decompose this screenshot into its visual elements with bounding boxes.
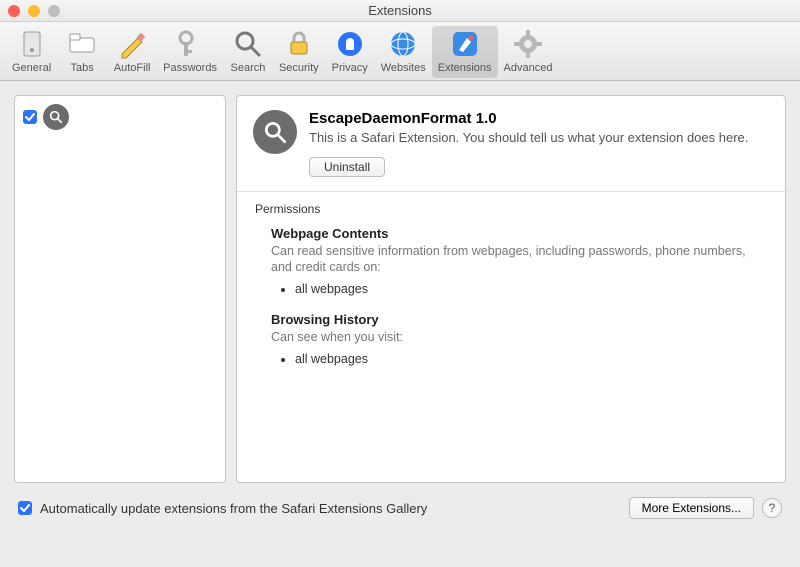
more-extensions-button[interactable]: More Extensions...	[629, 497, 754, 519]
tab-advanced[interactable]: Advanced	[498, 26, 559, 78]
permissions-heading: Permissions	[255, 202, 769, 216]
permission-section-webpage-contents: Webpage Contents Can read sensitive info…	[271, 226, 769, 297]
pref-toolbar: General Tabs AutoFill Passwords Search S…	[0, 22, 800, 81]
permission-description: Can read sensitive information from webp…	[271, 243, 769, 277]
tab-general[interactable]: General	[6, 26, 57, 78]
help-button[interactable]: ?	[762, 498, 782, 518]
lock-icon	[283, 28, 315, 60]
tab-extensions[interactable]: Extensions	[432, 26, 498, 78]
tab-label: Tabs	[71, 62, 94, 74]
key-icon	[174, 28, 206, 60]
privacy-icon	[334, 28, 366, 60]
permission-title: Webpage Contents	[271, 226, 769, 241]
extension-header: EscapeDaemonFormat 1.0 This is a Safari …	[253, 110, 769, 177]
extensions-sidebar	[14, 95, 226, 483]
extension-enabled-checkbox[interactable]	[23, 110, 37, 124]
tab-passwords[interactable]: Passwords	[157, 26, 223, 78]
extensions-icon	[449, 28, 481, 60]
tab-label: General	[12, 62, 51, 74]
extension-list-item[interactable]	[21, 102, 219, 132]
tab-tabs[interactable]: Tabs	[57, 26, 107, 78]
extension-item-icon	[43, 104, 69, 130]
autofill-icon	[116, 28, 148, 60]
footer: Automatically update extensions from the…	[0, 491, 800, 533]
permission-list: all webpages	[295, 282, 769, 296]
extension-description: This is a Safari Extension. You should t…	[309, 129, 769, 147]
general-icon	[16, 28, 48, 60]
globe-icon	[387, 28, 419, 60]
extension-title: EscapeDaemonFormat 1.0	[309, 110, 769, 127]
gear-icon	[512, 28, 544, 60]
extension-detail-panel: EscapeDaemonFormat 1.0 This is a Safari …	[236, 95, 786, 483]
divider	[237, 191, 785, 192]
permission-section-browsing-history: Browsing History Can see when you visit:…	[271, 312, 769, 366]
titlebar: Extensions	[0, 0, 800, 22]
permission-description: Can see when you visit:	[271, 329, 769, 346]
extension-detail-icon	[253, 110, 297, 154]
auto-update-checkbox[interactable]	[18, 501, 32, 515]
search-icon	[232, 28, 264, 60]
tab-label: Privacy	[332, 62, 368, 74]
tab-autofill[interactable]: AutoFill	[107, 26, 157, 78]
content-area: EscapeDaemonFormat 1.0 This is a Safari …	[14, 95, 786, 483]
permission-title: Browsing History	[271, 312, 769, 327]
tab-label: Security	[279, 62, 319, 74]
uninstall-button[interactable]: Uninstall	[309, 157, 385, 177]
permission-item: all webpages	[295, 352, 769, 366]
tab-label: Search	[231, 62, 266, 74]
auto-update-label: Automatically update extensions from the…	[40, 501, 427, 516]
permission-list: all webpages	[295, 352, 769, 366]
tab-label: Extensions	[438, 62, 492, 74]
tab-search[interactable]: Search	[223, 26, 273, 78]
tabs-icon	[66, 28, 98, 60]
tab-label: AutoFill	[114, 62, 151, 74]
tab-label: Websites	[381, 62, 426, 74]
tab-security[interactable]: Security	[273, 26, 325, 78]
tab-label: Advanced	[504, 62, 553, 74]
tab-label: Passwords	[163, 62, 217, 74]
tab-privacy[interactable]: Privacy	[325, 26, 375, 78]
permission-item: all webpages	[295, 282, 769, 296]
tab-websites[interactable]: Websites	[375, 26, 432, 78]
window-title: Extensions	[0, 3, 800, 18]
